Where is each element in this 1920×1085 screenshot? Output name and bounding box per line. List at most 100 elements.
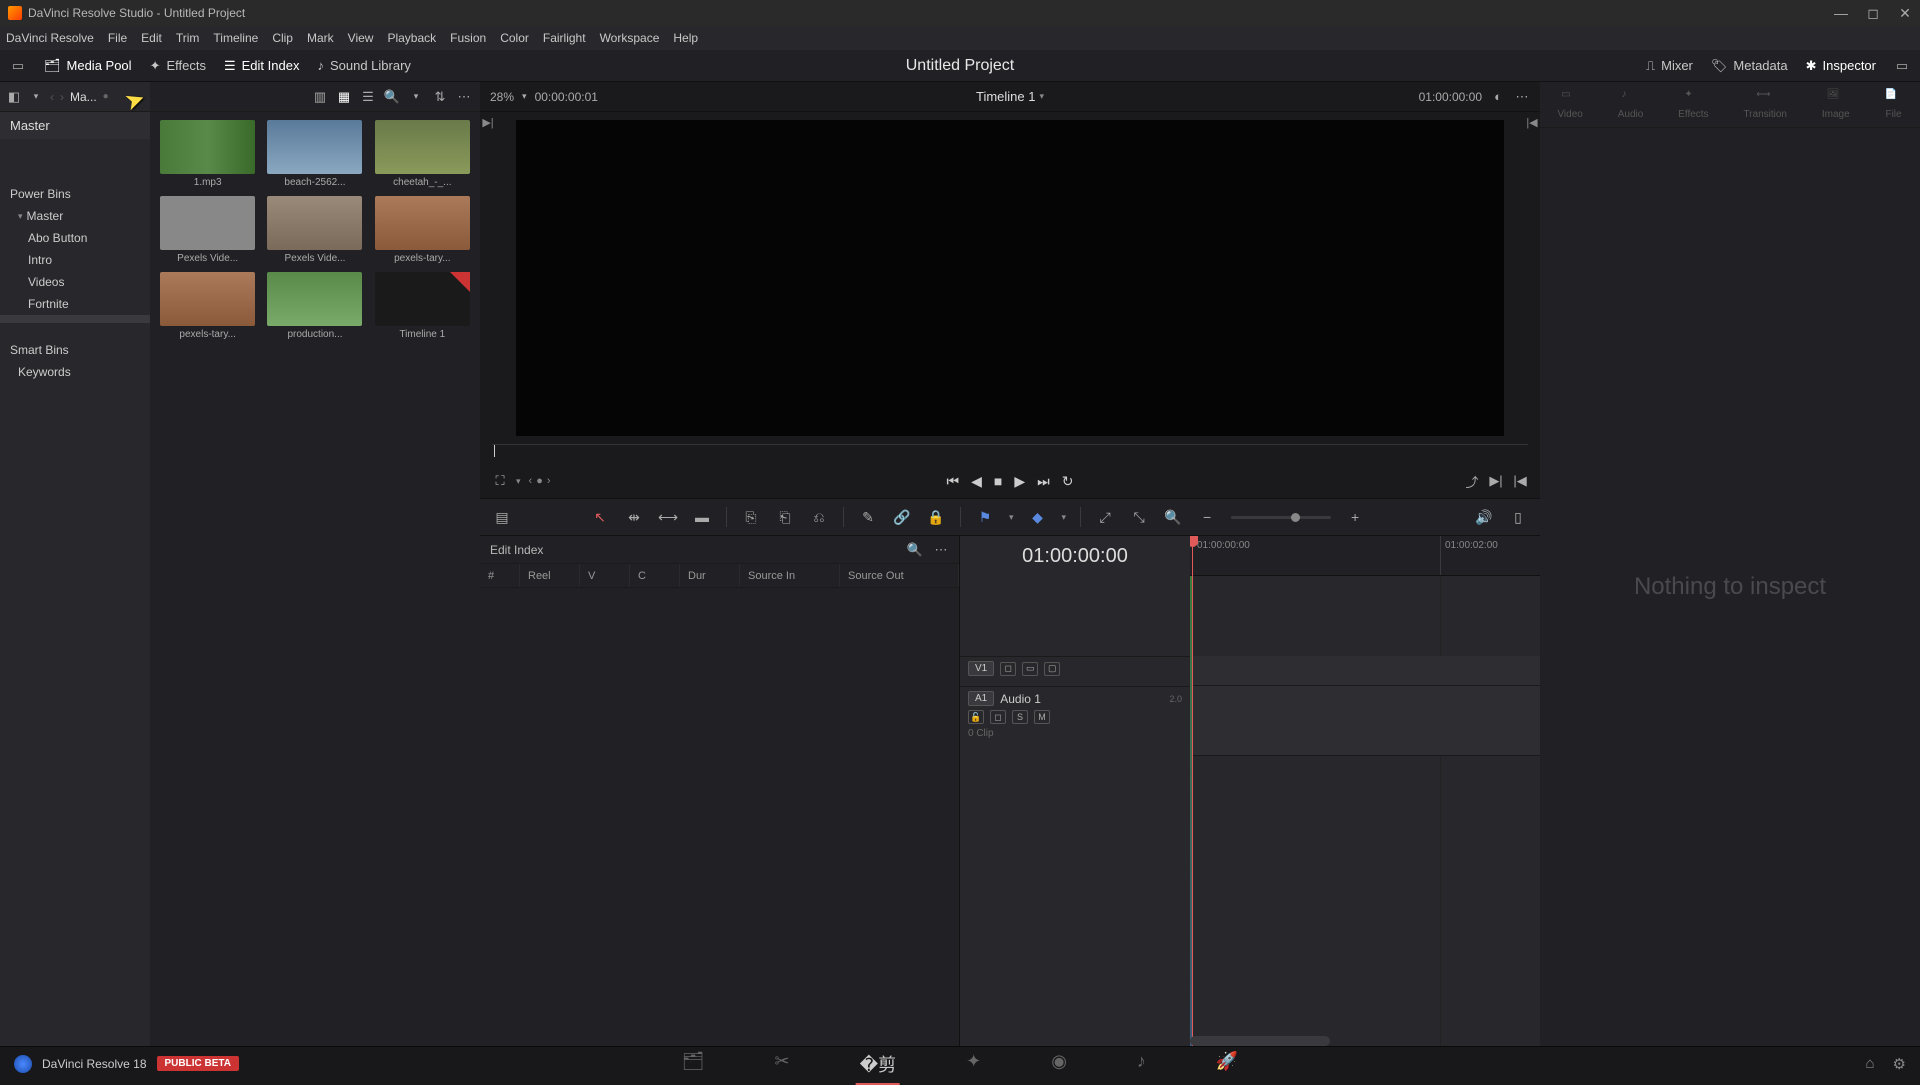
col-src-out[interactable]: Source Out (840, 564, 959, 587)
monitor-icon[interactable]: ▯ (1508, 507, 1528, 527)
next-keyframe-icon[interactable]: ⤴ (1464, 473, 1480, 489)
clip-item[interactable]: Pexels Vide... (158, 196, 257, 264)
col-src-in[interactable]: Source In (740, 564, 840, 587)
bypass-icon[interactable]: ◐ (1490, 89, 1506, 105)
overwrite-clip-icon[interactable]: ⎗ (775, 507, 795, 527)
bin-keywords[interactable]: Keywords (0, 361, 150, 383)
sound-library-toggle[interactable]: ♪ Sound Library (317, 58, 410, 73)
menu-color[interactable]: Color (500, 31, 529, 45)
lock-icon[interactable]: 🔒 (926, 507, 946, 527)
clip-thumbnail[interactable] (160, 120, 255, 174)
menu-workspace[interactable]: Workspace (600, 31, 660, 45)
bin-root[interactable]: Master (0, 112, 150, 139)
first-frame-button[interactable]: ⏮ (947, 473, 960, 490)
next-edit-icon[interactable]: › (547, 475, 551, 487)
selection-tool-icon[interactable]: ↖ (590, 507, 610, 527)
clip-item[interactable]: Timeline 1 (373, 272, 472, 340)
video-lane[interactable] (1190, 656, 1540, 686)
clip-thumbnail[interactable] (160, 196, 255, 250)
clip-thumbnail[interactable] (375, 120, 470, 174)
search-icon[interactable]: 🔍 (384, 89, 400, 105)
zoom-in-icon[interactable]: + (1345, 507, 1365, 527)
timeline-chevron-icon[interactable]: ▾ (1039, 91, 1044, 102)
menu-file[interactable]: File (108, 31, 127, 45)
close-button[interactable]: ✕ (1898, 6, 1912, 20)
bin-tab[interactable]: Ma... (70, 90, 97, 104)
inspector-tab-file[interactable]: 📄File (1885, 89, 1903, 120)
viewer-menu-icon[interactable]: ⋯ (1514, 89, 1530, 105)
clip-item[interactable]: pexels-tary... (373, 196, 472, 264)
menu-davinci[interactable]: DaVinci Resolve (6, 31, 94, 45)
color-page-button[interactable]: ◉ (1051, 1051, 1067, 1077)
menu-view[interactable]: View (348, 31, 374, 45)
edit-index-search-icon[interactable]: 🔍 (907, 542, 923, 558)
go-start-icon[interactable]: |◀ (1512, 473, 1528, 489)
inspector-tab-image[interactable]: 🖼Image (1822, 89, 1850, 120)
flag-chevron-icon[interactable]: ▾ (1009, 512, 1014, 523)
metadata-toggle[interactable]: 🏷 Metadata (1711, 58, 1788, 74)
clip-thumbnail[interactable] (375, 272, 470, 326)
clip-item[interactable]: pexels-tary... (158, 272, 257, 340)
timeline-ruler[interactable]: 01:00:00:00 01:00:02:00 01:00:04:00 01:0… (1190, 536, 1540, 576)
reverse-button[interactable]: ◀ (971, 473, 982, 490)
sidebar-layout-button[interactable]: ◧ (6, 89, 22, 105)
playhead[interactable] (1192, 536, 1193, 1046)
clip-item[interactable]: 1.mp3 (158, 120, 257, 188)
zoom-out-icon[interactable]: − (1197, 507, 1217, 527)
clip-thumbnail[interactable] (375, 196, 470, 250)
menu-mark[interactable]: Mark (307, 31, 334, 45)
clip-thumbnail[interactable] (267, 120, 362, 174)
fusion-page-button[interactable]: ✦ (966, 1051, 981, 1077)
video-track-header[interactable]: V1 ◻ ▭ ▢ (960, 656, 1190, 686)
effects-toggle[interactable]: ✦ Effects (150, 58, 206, 74)
mute-button[interactable]: M (1034, 710, 1050, 724)
flag-icon[interactable]: ⚑ (975, 507, 995, 527)
marker-chevron-icon[interactable]: ▾ (1062, 512, 1067, 523)
col-v[interactable]: V (580, 564, 630, 587)
timeline-name[interactable]: Timeline 1 (976, 89, 1035, 104)
col-num[interactable]: # (480, 564, 520, 587)
clip-item[interactable]: cheetah_-_... (373, 120, 472, 188)
media-page-button[interactable]: 🗂 (682, 1051, 705, 1077)
timeline-tracks[interactable]: 01:00:00:00 01:00:02:00 01:00:04:00 01:0… (1190, 536, 1540, 1046)
loop-button[interactable]: ↻ (1062, 473, 1074, 490)
bin-selected-blank[interactable] (0, 315, 150, 323)
home-button[interactable]: ⌂ (1865, 1055, 1874, 1073)
go-end-icon[interactable]: ▶| (1488, 473, 1504, 489)
bin-fortnite[interactable]: Fortnite (0, 293, 150, 315)
track-disable-icon[interactable]: ▢ (1044, 662, 1060, 676)
trim-tool-icon[interactable]: ⇹ (624, 507, 644, 527)
menu-fusion[interactable]: Fusion (450, 31, 486, 45)
full-screen-button[interactable]: ▭ (1894, 58, 1910, 74)
play-button[interactable]: ▶ (1014, 473, 1025, 490)
audio-track-badge[interactable]: A1 (968, 691, 994, 706)
nav-back-button[interactable]: ‹ (50, 90, 54, 104)
transform-overlay-icon[interactable]: ⛶ (492, 473, 508, 489)
timeline-view-options-icon[interactable]: ▤ (492, 507, 512, 527)
col-reel[interactable]: Reel (520, 564, 580, 587)
bin-intro[interactable]: Intro (0, 249, 150, 271)
menu-clip[interactable]: Clip (272, 31, 293, 45)
match-frame-left-icon[interactable]: ▶| (480, 112, 496, 444)
maximize-button[interactable]: ◻ (1866, 6, 1880, 20)
solo-button[interactable]: S (1012, 710, 1028, 724)
menu-fairlight[interactable]: Fairlight (543, 31, 586, 45)
bin-videos[interactable]: Videos (0, 271, 150, 293)
timeline-scrollbar[interactable] (1190, 1036, 1330, 1046)
replace-clip-icon[interactable]: ⎌ (809, 507, 829, 527)
audio-lane[interactable] (1190, 686, 1540, 756)
last-frame-button[interactable]: ⏭ (1037, 473, 1050, 490)
insert-clip-icon[interactable]: ⎘ (741, 507, 761, 527)
edit-page-button[interactable]: �剪 (860, 1051, 896, 1077)
audio-auto-select-icon[interactable]: ◻ (990, 710, 1006, 724)
nav-fwd-button[interactable]: › (60, 90, 64, 104)
razor-icon[interactable]: ✎ (858, 507, 878, 527)
list-view-icon[interactable]: ☰ (360, 89, 376, 105)
zoom-custom-icon[interactable]: 🔍 (1163, 507, 1183, 527)
media-menu-icon[interactable]: ⋯ (456, 89, 472, 105)
timeline-timecode[interactable]: 01:00:00:00 (960, 536, 1190, 576)
dynamic-trim-icon[interactable]: ⟷ (658, 507, 678, 527)
prev-edit-icon[interactable]: ‹ (529, 475, 533, 487)
audio-track-header[interactable]: A1 Audio 1 2.0 🔓 ◻ S M 0 Clip (960, 686, 1190, 758)
viewer-zoom[interactable]: 28% (490, 90, 514, 104)
